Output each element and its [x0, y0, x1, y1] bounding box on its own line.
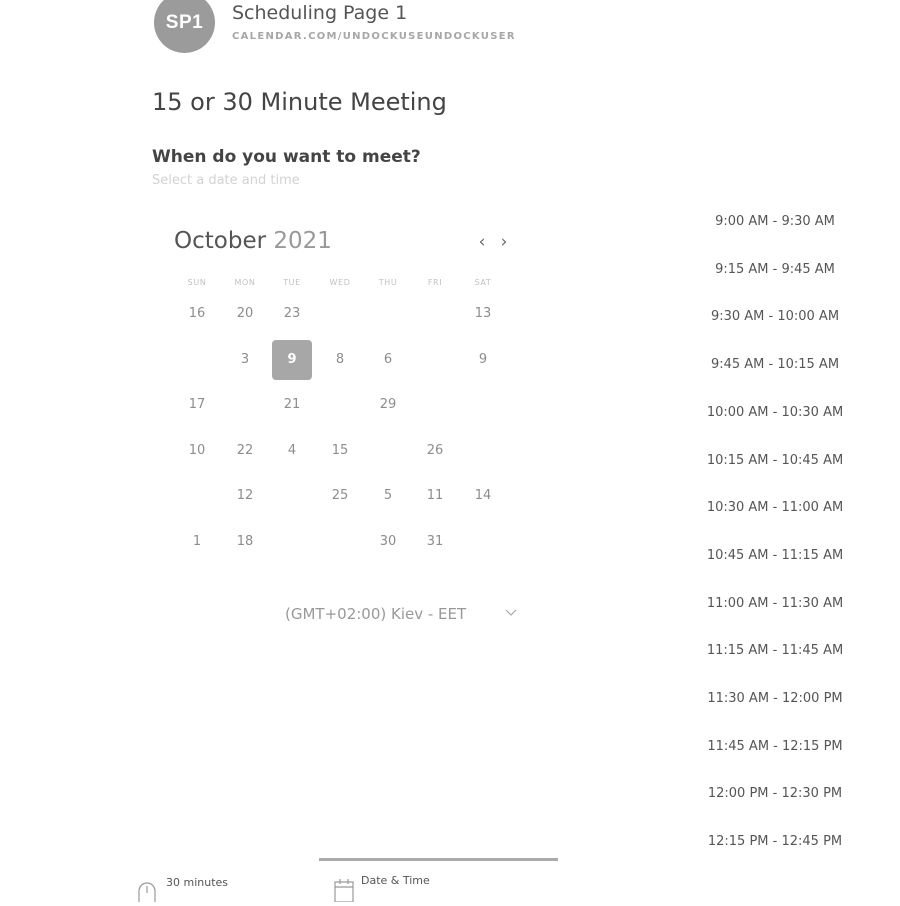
calendar-day[interactable]: 25 — [320, 476, 360, 516]
calendar-day[interactable]: 12 — [225, 476, 265, 516]
time-slot[interactable]: 9:15 AM - 9:45 AM — [700, 262, 850, 277]
weekday-header: WED — [329, 278, 351, 287]
prev-month-button[interactable]: ‹ — [474, 232, 490, 252]
time-slot[interactable]: 10:15 AM - 10:45 AM — [700, 453, 850, 468]
time-slot[interactable]: 9:45 AM - 10:15 AM — [700, 357, 850, 372]
month-name: October — [174, 228, 267, 254]
clock-icon — [136, 878, 158, 902]
calendar-day[interactable]: 23 — [272, 294, 312, 334]
next-month-button[interactable]: › — [496, 232, 512, 252]
calendar-day[interactable]: 22 — [225, 431, 265, 471]
calendar-day[interactable]: 30 — [368, 522, 408, 562]
calendar-day[interactable]: 14 — [463, 476, 503, 516]
page-name: Scheduling Page 1 — [232, 2, 408, 24]
date-time-label[interactable]: Date & Time — [361, 874, 430, 887]
calendar-day[interactable]: 10 — [177, 431, 217, 471]
avatar: SP1 — [154, 0, 215, 53]
weekday-header: THU — [378, 278, 398, 287]
chevron-down-icon[interactable] — [504, 606, 518, 624]
calendar-day[interactable]: 31 — [415, 522, 455, 562]
time-slot[interactable]: 11:00 AM - 11:30 AM — [700, 596, 850, 611]
calendar-day[interactable]: 11 — [415, 476, 455, 516]
calendar-month-title: October 2021 — [174, 228, 332, 254]
page-url[interactable]: CALENDAR.COM/UNDOCKUSEUNDOCKUSER — [232, 31, 516, 42]
calendar-day[interactable]: 16 — [177, 294, 217, 334]
calendar-day[interactable]: 4 — [272, 431, 312, 471]
calendar-day[interactable]: 21 — [272, 385, 312, 425]
timezone-select[interactable]: (GMT+02:00) Kiev - EET — [285, 605, 466, 623]
duration-label: 30 minutes — [166, 876, 229, 889]
time-slot[interactable]: 10:00 AM - 10:30 AM — [700, 405, 850, 420]
year: 2021 — [273, 228, 332, 254]
chevron-left-icon: ‹ — [478, 232, 486, 252]
weekday-header: FRI — [427, 278, 443, 287]
time-slot[interactable]: 12:15 PM - 12:45 PM — [700, 834, 850, 849]
calendar-day[interactable]: 17 — [177, 385, 217, 425]
time-slot[interactable]: 12:00 PM - 12:30 PM — [700, 786, 850, 801]
time-slot[interactable]: 9:30 AM - 10:00 AM — [700, 309, 850, 324]
time-slot[interactable]: 10:45 AM - 11:15 AM — [700, 548, 850, 563]
calendar-day[interactable]: 9 — [463, 340, 503, 380]
calendar-day[interactable]: 26 — [415, 431, 455, 471]
weekday-header: SAT — [474, 278, 492, 287]
time-slot[interactable]: 11:30 AM - 12:00 PM — [700, 691, 850, 706]
calendar-day[interactable]: 13 — [463, 294, 503, 334]
time-slot[interactable]: 9:00 AM - 9:30 AM — [700, 214, 850, 229]
active-step-indicator — [319, 858, 558, 861]
calendar-icon — [333, 876, 355, 903]
calendar-day[interactable]: 20 — [225, 294, 265, 334]
calendar-day[interactable]: 8 — [320, 340, 360, 380]
weekday-header: MON — [234, 278, 256, 287]
calendar-day[interactable]: 18 — [225, 522, 265, 562]
calendar-day[interactable]: 5 — [368, 476, 408, 516]
calendar-day[interactable]: 3 — [225, 340, 265, 380]
time-slot[interactable]: 11:45 AM - 12:15 PM — [700, 739, 850, 754]
time-slot[interactable]: 10:30 AM - 11:00 AM — [700, 500, 850, 515]
weekday-header: TUE — [283, 278, 301, 287]
calendar-day[interactable]: 6 — [368, 340, 408, 380]
time-slot[interactable]: 11:15 AM - 11:45 AM — [700, 643, 850, 658]
meeting-title: 15 or 30 Minute Meeting — [152, 88, 447, 116]
chevron-right-icon: › — [500, 232, 508, 252]
calendar-day[interactable]: 9 — [272, 340, 312, 380]
subtitle: Select a date and time — [152, 173, 300, 188]
question-heading: When do you want to meet? — [152, 147, 421, 167]
calendar-day[interactable]: 29 — [368, 385, 408, 425]
calendar-day[interactable]: 1 — [177, 522, 217, 562]
weekday-header: SUN — [187, 278, 207, 287]
calendar-day[interactable]: 15 — [320, 431, 360, 471]
